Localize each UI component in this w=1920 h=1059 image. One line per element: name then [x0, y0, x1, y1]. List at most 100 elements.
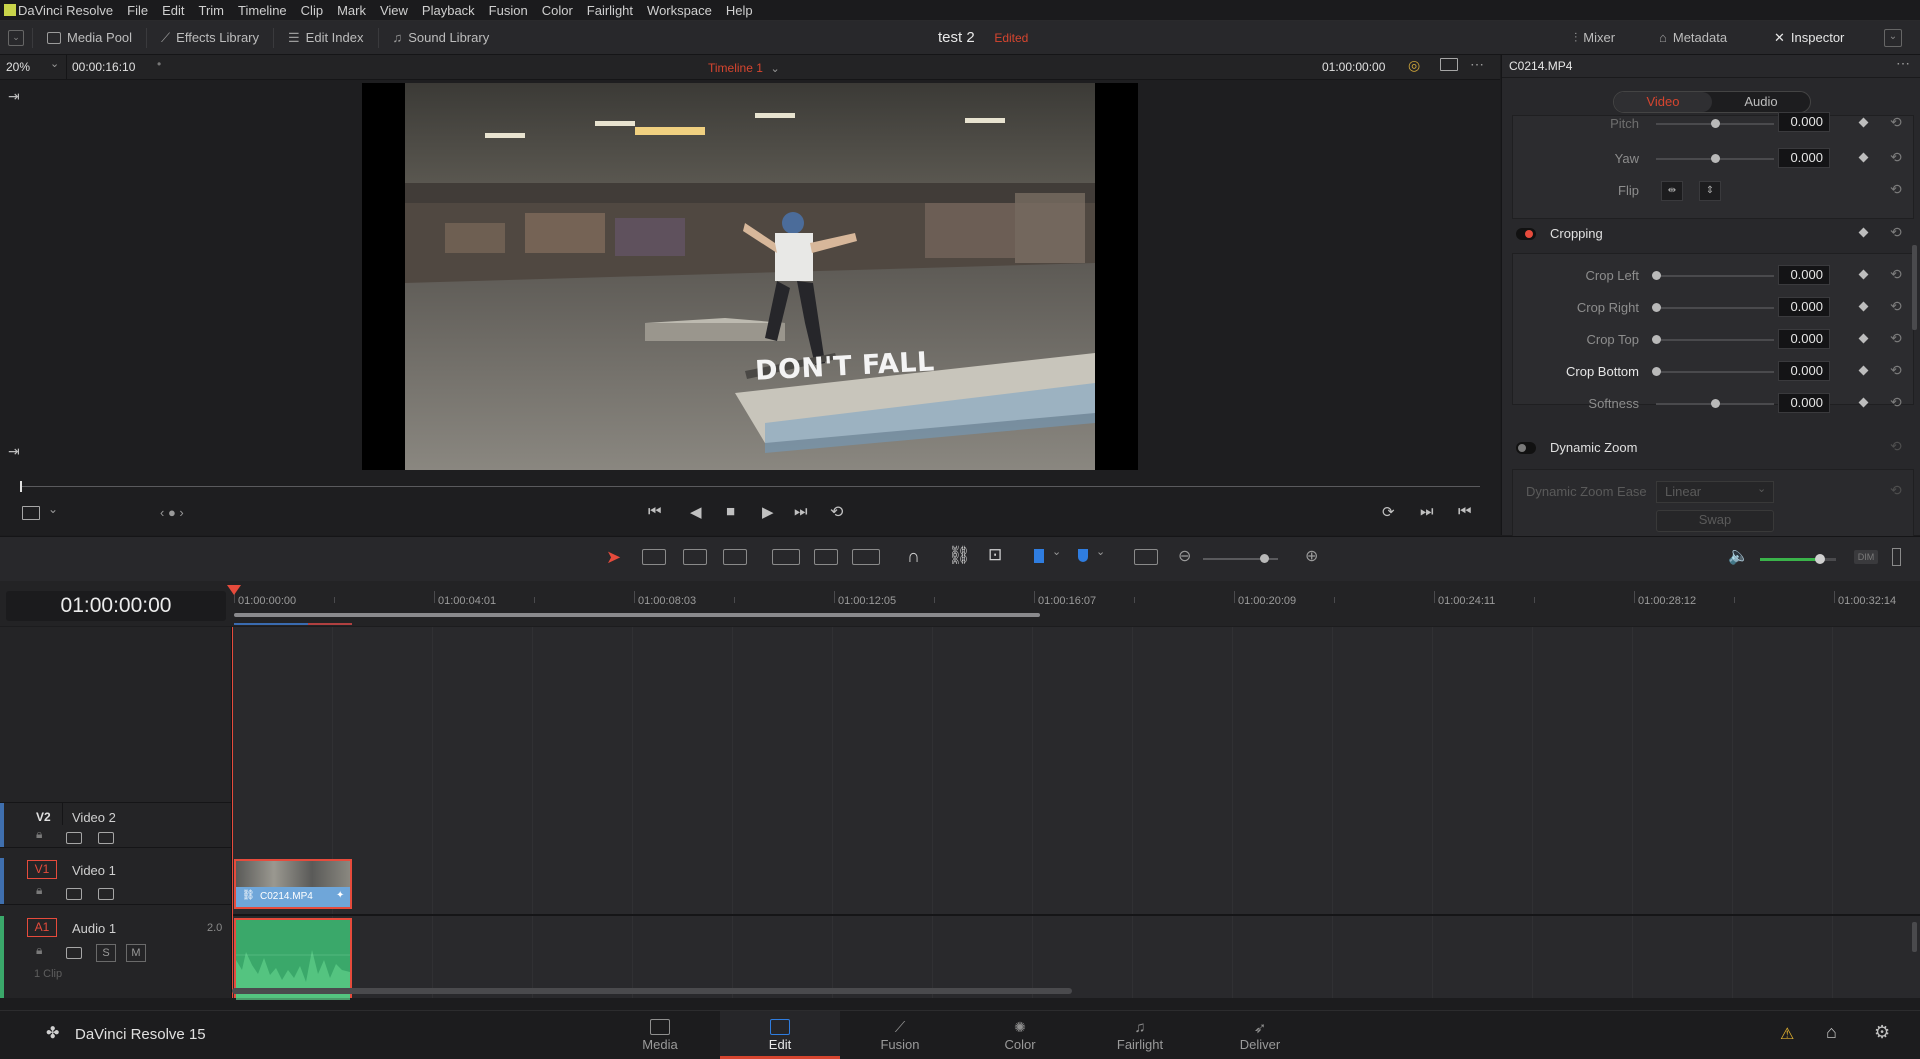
cropping-header[interactable]: Cropping ⟲ — [1502, 221, 1920, 247]
media-pool-button[interactable]: Media Pool — [33, 21, 146, 54]
flip-vertical-icon[interactable]: ⇕ — [1699, 181, 1721, 201]
swap-button[interactable]: Swap — [1656, 510, 1774, 532]
playhead-handle[interactable] — [227, 585, 241, 595]
crop-bottom-value[interactable]: 0.000 — [1778, 361, 1830, 381]
loop-icon[interactable]: ⟲ — [830, 502, 843, 522]
reset-icon[interactable]: ⟲ — [1890, 298, 1902, 315]
reset-icon[interactable]: ⟲ — [1890, 149, 1902, 166]
keyframe-icon[interactable] — [1858, 117, 1869, 128]
track-id-a1[interactable]: A1 — [27, 918, 57, 937]
track-id-v1[interactable]: V1 — [27, 860, 57, 879]
reset-icon[interactable]: ⟲ — [1890, 266, 1902, 283]
lock-icon[interactable]: 🔒︎ — [36, 943, 42, 958]
go-to-last-frame-icon[interactable]: ⇥ — [8, 443, 20, 460]
lock-icon[interactable]: 🔒︎ — [36, 827, 42, 842]
page-tab-deliver[interactable]: ➶ Deliver — [1200, 1011, 1320, 1059]
inspector-scrollbar[interactable] — [1912, 245, 1917, 330]
auto-select-icon[interactable] — [66, 888, 82, 900]
page-tab-edit[interactable]: Edit — [720, 1011, 840, 1059]
page-tab-media[interactable]: Media — [600, 1011, 720, 1059]
crop-left-slider-knob[interactable] — [1652, 271, 1661, 280]
yaw-slider-knob[interactable] — [1711, 154, 1720, 163]
match-frame-icon[interactable]: ⟳ — [1382, 503, 1395, 521]
auto-select-icon[interactable] — [66, 947, 82, 959]
play-reverse-icon[interactable]: ◀ — [690, 503, 702, 521]
insert-clip-icon[interactable] — [772, 549, 800, 565]
go-to-first-frame-icon[interactable]: ⇥ — [8, 88, 20, 105]
volume-slider-knob[interactable] — [1815, 554, 1825, 564]
previous-edit-icon[interactable]: ⏮ — [1458, 503, 1472, 520]
jump-to-start-icon[interactable]: ⏮ — [648, 503, 662, 520]
crop-bottom-slider-knob[interactable] — [1652, 367, 1661, 376]
flip-horizontal-icon[interactable]: ⇹ — [1661, 181, 1683, 201]
reset-icon[interactable]: ⟲ — [1890, 438, 1902, 455]
page-tab-color[interactable]: ✺ Color — [960, 1011, 1080, 1059]
track-header-v1[interactable]: V1 Video 1 🔒︎ — [0, 858, 231, 905]
auto-select-icon[interactable] — [66, 832, 82, 844]
position-lock-icon[interactable]: ⊡ — [988, 545, 1002, 565]
options-dot-icon[interactable]: • — [157, 57, 161, 71]
mixer-button[interactable]: ⫶ Mixer — [1560, 21, 1629, 54]
edit-index-button[interactable]: ☰ Edit Index — [274, 21, 377, 54]
linked-selection-icon[interactable]: ⛓ — [948, 545, 971, 566]
menu-clip[interactable]: Clip — [294, 3, 330, 18]
audio-clip[interactable] — [234, 918, 352, 1000]
track-name-v2[interactable]: Video 2 — [72, 810, 116, 825]
more-options-icon[interactable]: ⋯ — [1470, 56, 1484, 73]
menu-trim[interactable]: Trim — [192, 3, 232, 18]
timeline-selector[interactable]: Timeline 1 ⌄ — [708, 60, 780, 75]
track-name-a1[interactable]: Audio 1 — [72, 921, 116, 936]
menu-fairlight[interactable]: Fairlight — [580, 3, 640, 18]
viewer-mode-icon[interactable] — [22, 506, 40, 520]
crop-left-value[interactable]: 0.000 — [1778, 265, 1830, 285]
dual-viewer-icon[interactable] — [1440, 58, 1458, 71]
keyframe-icon[interactable] — [1858, 365, 1869, 376]
solo-button[interactable]: S — [96, 944, 116, 962]
blade-tool-icon[interactable] — [723, 549, 747, 565]
speaker-icon[interactable]: 🔈 — [1728, 546, 1749, 566]
reset-icon[interactable]: ⟲ — [1890, 181, 1902, 198]
softness-slider-knob[interactable] — [1711, 399, 1720, 408]
menu-mark[interactable]: Mark — [330, 3, 373, 18]
overwrite-clip-icon[interactable] — [814, 549, 838, 565]
chevron-down-icon[interactable]: ⌄ — [1096, 545, 1105, 558]
tab-video[interactable]: Video — [1614, 92, 1712, 112]
zoom-slider-knob[interactable] — [1260, 554, 1269, 563]
volume-slider-fill[interactable] — [1760, 558, 1820, 561]
menu-help[interactable]: Help — [719, 3, 760, 18]
crop-right-slider-knob[interactable] — [1652, 303, 1661, 312]
menu-color[interactable]: Color — [535, 3, 580, 18]
pitch-slider-knob[interactable] — [1711, 119, 1720, 128]
reset-icon[interactable]: ⟲ — [1890, 482, 1902, 499]
cropping-toggle[interactable] — [1516, 228, 1536, 240]
tab-audio[interactable]: Audio — [1712, 92, 1810, 112]
keyframe-icon[interactable] — [1858, 227, 1869, 238]
timeline-view-options-icon[interactable] — [1134, 549, 1158, 565]
timeline-horizontal-scrollbar[interactable] — [232, 988, 1072, 994]
inspector-button[interactable]: ✕ Inspector — [1760, 21, 1858, 54]
softness-value[interactable]: 0.000 — [1778, 393, 1830, 413]
keyframe-icon[interactable] — [1858, 301, 1869, 312]
viewer-scrubber-track[interactable] — [20, 486, 1480, 487]
crop-right-slider[interactable] — [1656, 307, 1774, 309]
page-tab-fairlight[interactable]: ♫ Fairlight — [1080, 1011, 1200, 1059]
reset-icon[interactable]: ⟲ — [1890, 330, 1902, 347]
crop-top-slider-knob[interactable] — [1652, 335, 1661, 344]
menu-playback[interactable]: Playback — [415, 3, 482, 18]
track-header-v2[interactable]: V2 Video 2 🔒︎ — [0, 802, 231, 848]
timeline-overview-bar[interactable] — [234, 613, 1040, 617]
warning-icon[interactable]: ⚠ — [1780, 1024, 1794, 1044]
effects-library-button[interactable]: ⟋ Effects Library — [147, 21, 273, 54]
preview-image[interactable]: DON'T FALL — [405, 83, 1095, 470]
crop-top-value[interactable]: 0.000 — [1778, 329, 1830, 349]
marker-icon[interactable] — [1078, 549, 1088, 562]
video-clip[interactable]: ⛓ C0214.MP4 ✦ — [234, 859, 352, 909]
keyframe-icon[interactable] — [1858, 397, 1869, 408]
reset-icon[interactable]: ⟲ — [1890, 224, 1902, 241]
track-enable-icon[interactable] — [98, 888, 114, 900]
mute-button[interactable]: M — [126, 944, 146, 962]
crop-bottom-slider[interactable] — [1656, 371, 1774, 373]
timeline-vertical-scrollbar[interactable] — [1912, 922, 1917, 952]
selection-tool-icon[interactable]: ➤ — [606, 547, 621, 568]
zoom-in-icon[interactable]: ⊕ — [1305, 546, 1318, 566]
